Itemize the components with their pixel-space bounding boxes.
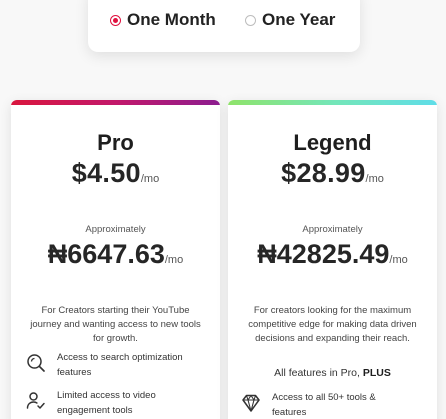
local-price-period: /mo <box>164 254 184 266</box>
billing-period-toggle: One Month One Year <box>88 0 360 52</box>
search-optimization-icon <box>27 354 45 372</box>
plan-title: Legend <box>293 130 372 155</box>
plus-label: PLUS <box>362 367 391 379</box>
one-month-label: One Month <box>127 10 216 29</box>
local-price-amount: ₦6647.63 <box>47 239 165 269</box>
feature-item: Limited access to video engagement tools <box>25 388 202 418</box>
feature-item: Access to all 50+ tools & features <box>240 390 402 419</box>
one-month-radio[interactable] <box>110 14 121 26</box>
plan-description: For creators looking for the maximum com… <box>248 305 417 344</box>
price-period: /mo <box>140 173 160 185</box>
one-month-option[interactable]: One Month <box>110 10 216 30</box>
local-price-period: /mo <box>389 254 408 266</box>
feature-text: Limited access to video engagement tools <box>57 390 156 416</box>
all-features-prefix: All features in Pro, <box>274 367 360 379</box>
price-amount: $28.99 <box>281 158 366 188</box>
usd-price: $4.50/mo <box>11 158 220 189</box>
usd-price: $28.99/mo <box>228 158 437 189</box>
diamond-icon <box>242 394 260 412</box>
plan-description: For Creators starting their YouTube jour… <box>30 305 201 344</box>
plan-accent-bar <box>228 100 437 105</box>
all-features-line: All features in Pro, PLUS <box>228 367 437 379</box>
approximately-label: Approximately <box>302 224 363 235</box>
user-check-icon <box>26 392 45 409</box>
local-price-amount: ₦42825.49 <box>257 239 390 269</box>
price-amount: $4.50 <box>71 158 141 188</box>
plan-title: Pro <box>97 130 134 155</box>
price-period: /mo <box>365 173 384 185</box>
one-year-option[interactable]: One Year <box>245 10 335 30</box>
plan-card-pro: Pro $4.50/mo Approximately ₦6647.63/mo F… <box>11 100 220 419</box>
feature-item: Access to search optimization features <box>25 350 202 380</box>
feature-text: Access to all 50+ tools & features <box>272 392 376 418</box>
plan-accent-bar <box>11 100 220 105</box>
plan-card-legend: Legend $28.99/mo Approximately ₦42825.49… <box>228 100 437 419</box>
local-price: ₦42825.49/mo <box>228 239 437 270</box>
local-price: ₦6647.63/mo <box>11 239 220 270</box>
one-year-radio[interactable] <box>245 14 256 26</box>
feature-text: Access to search optimization features <box>57 352 183 378</box>
approximately-label: Approximately <box>85 224 146 235</box>
one-year-label: One Year <box>262 10 336 29</box>
